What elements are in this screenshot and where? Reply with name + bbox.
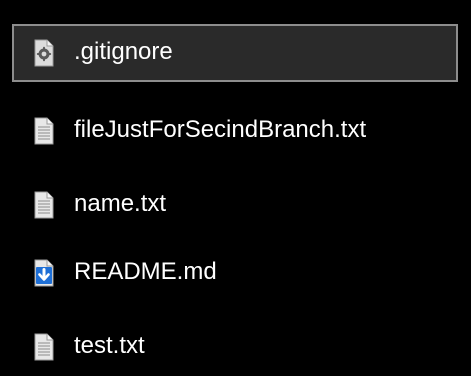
file-item-name-txt[interactable]: name.txt [12, 176, 458, 234]
file-name-label: name.txt [74, 190, 167, 217]
gear-file-icon [32, 38, 56, 68]
file-name-label: test.txt [74, 332, 145, 359]
text-file-icon [32, 332, 56, 362]
markdown-download-file-icon [32, 258, 56, 288]
file-item-gitignore[interactable]: .gitignore [12, 24, 458, 82]
file-name-label: README.md [74, 258, 217, 285]
text-file-icon [32, 116, 56, 146]
file-name-label: fileJustForSecindBranch.txt [74, 116, 367, 143]
file-item-readme[interactable]: README.md [12, 244, 458, 302]
text-file-icon [32, 190, 56, 220]
file-item-filejustforsecindbranch[interactable]: fileJustForSecindBranch.txt [12, 102, 458, 160]
file-name-label: .gitignore [74, 38, 173, 65]
file-item-test-txt[interactable]: test.txt [12, 318, 458, 376]
file-explorer-panel: .gitignore fileJustForSecindBranch.txt n… [0, 0, 471, 376]
file-list: .gitignore fileJustForSecindBranch.txt n… [0, 0, 471, 376]
